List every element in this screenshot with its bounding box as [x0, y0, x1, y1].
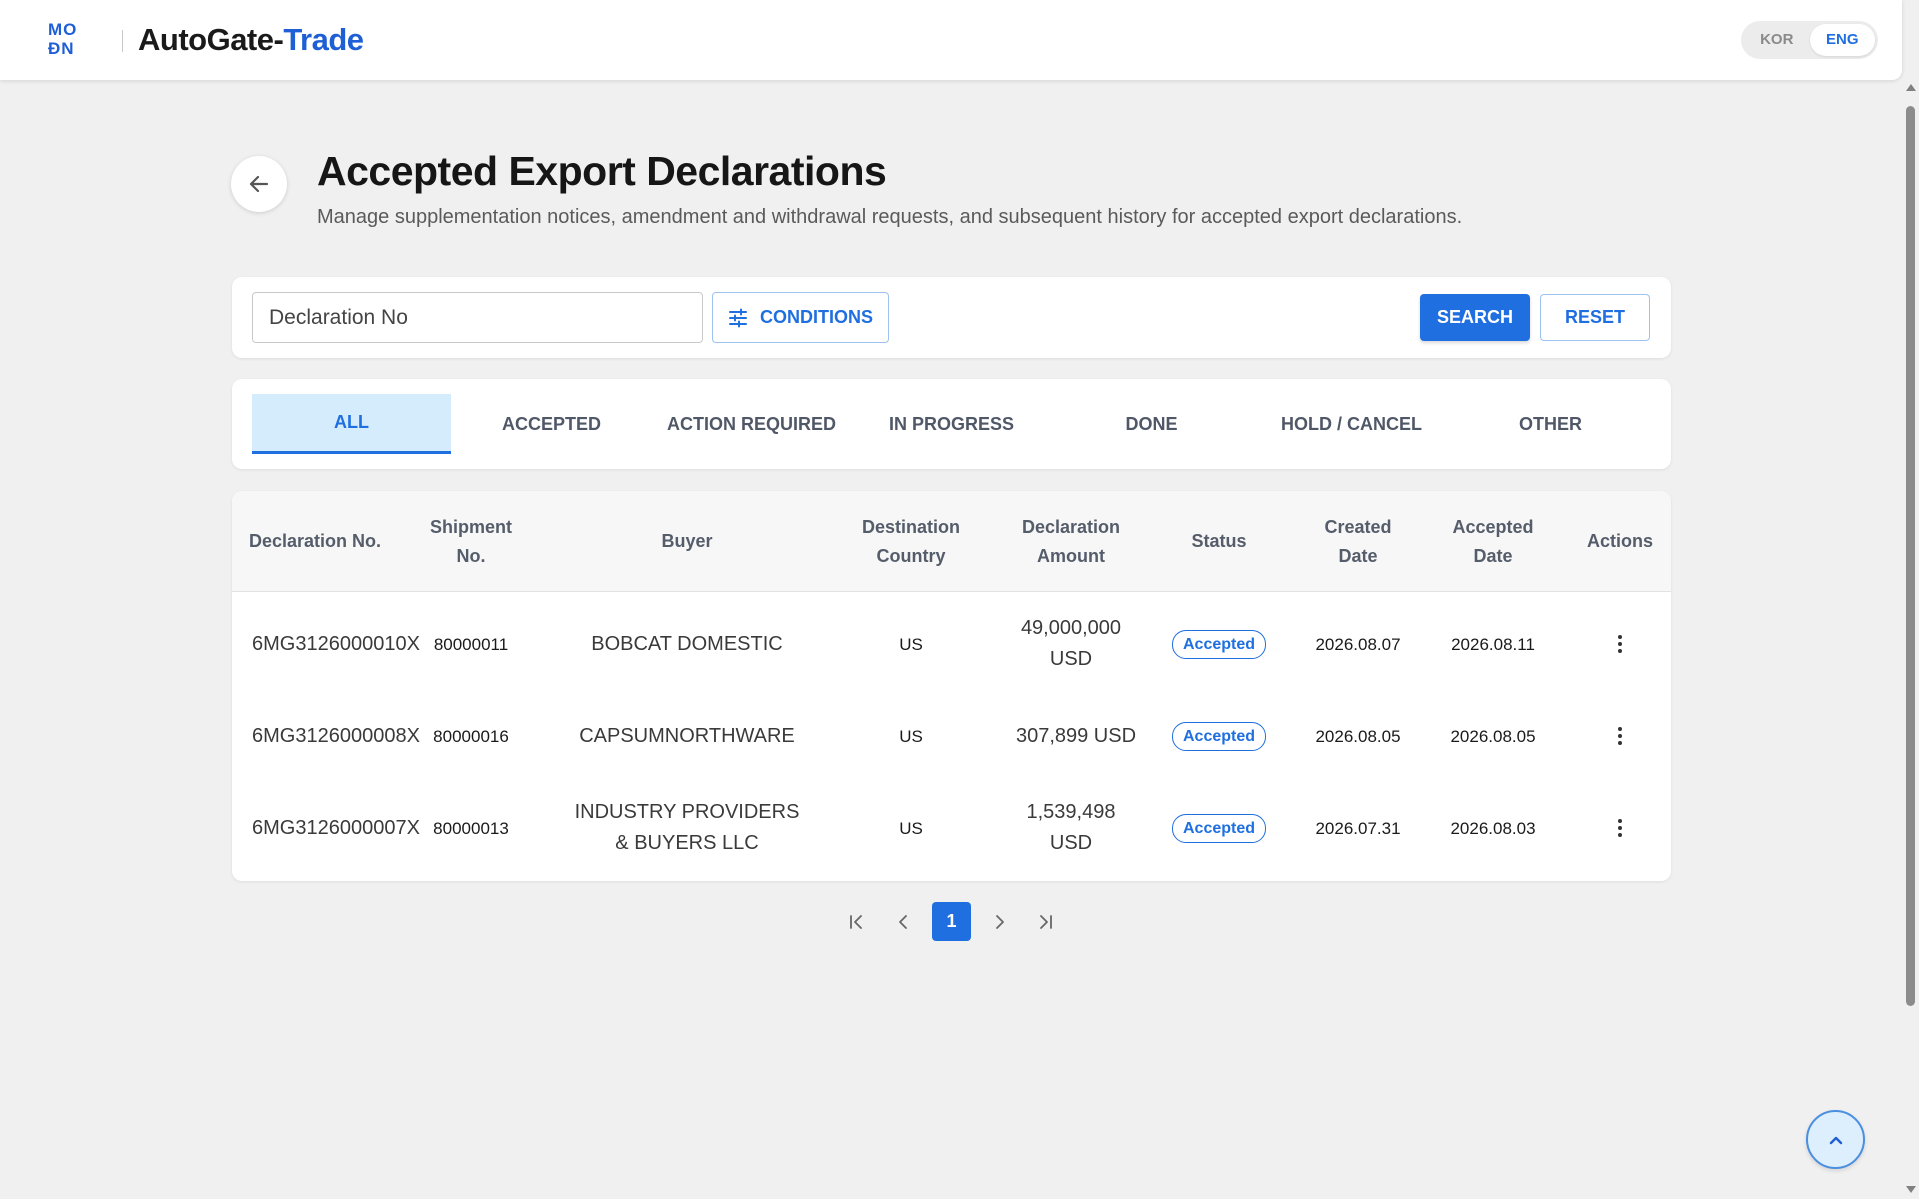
- back-button[interactable]: [231, 156, 287, 212]
- cell-buyer: CAPSUMNORTHWARE: [579, 724, 795, 747]
- app-title-accent: Trade: [283, 22, 364, 57]
- last-page-button[interactable]: [1026, 902, 1065, 941]
- app-title[interactable]: AutoGate-Trade: [138, 22, 364, 58]
- status-tabs: ALL ACCEPTED ACTION REQUIRED IN PROGRESS…: [232, 379, 1671, 469]
- cell-created-date: 2026.08.05: [1315, 726, 1401, 746]
- more-vert-icon[interactable]: [1605, 721, 1635, 751]
- col-created-date[interactable]: Created Date: [1308, 491, 1408, 592]
- lang-kor-button[interactable]: KOR: [1744, 24, 1810, 56]
- declaration-no-search-input[interactable]: [252, 292, 703, 343]
- table-header: Declaration No. Shipment No. Buyer Desti…: [232, 491, 1671, 592]
- cell-country: US: [899, 634, 923, 654]
- cell-status: Accepted: [1170, 690, 1268, 782]
- tab-hold-cancel[interactable]: HOLD / CANCEL: [1252, 394, 1451, 454]
- search-panel: CONDITIONS SEARCH RESET: [232, 277, 1671, 358]
- lang-eng-button[interactable]: ENG: [1809, 24, 1875, 56]
- cell-amount: 307,899 USD: [1015, 724, 1137, 747]
- cell-actions: [1577, 782, 1663, 874]
- tab-other[interactable]: OTHER: [1451, 394, 1650, 454]
- top-bar: MO ÐN AutoGate-Trade KOR ENG: [0, 0, 1902, 80]
- cell-declaration-no[interactable]: 6MG3126000007X: [252, 782, 422, 874]
- arrow-left-icon: [249, 175, 269, 193]
- tab-all[interactable]: ALL: [252, 394, 451, 454]
- first-page-icon: [849, 914, 862, 929]
- table-row[interactable]: 6MG3126000010X 80000011 BOBCAT DOMESTIC …: [232, 598, 1671, 690]
- cell-country: US: [899, 726, 923, 746]
- logo-line-1: MO: [48, 20, 78, 39]
- conditions-label: CONDITIONS: [759, 307, 873, 327]
- last-page-icon: [1039, 914, 1052, 929]
- cell-amount: 49,000,000 USD: [1020, 617, 1122, 670]
- page-subtitle: Manage supplementation notices, amendmen…: [317, 206, 1463, 228]
- page-title: Accepted Export Declarations: [317, 148, 887, 194]
- cell-country: US: [899, 818, 923, 838]
- status-badge: Accepted: [1171, 629, 1267, 659]
- col-status[interactable]: Status: [1170, 491, 1268, 592]
- chevron-up-icon: [1829, 1136, 1842, 1144]
- conditions-button[interactable]: CONDITIONS: [712, 292, 889, 343]
- logo-line-2: ÐN: [48, 39, 75, 58]
- chevron-left-icon: [898, 914, 907, 929]
- status-badge: Accepted: [1171, 721, 1267, 751]
- language-toggle: KOR ENG: [1741, 21, 1878, 59]
- app-title-main: AutoGate-: [138, 22, 284, 57]
- tab-accepted[interactable]: ACCEPTED: [452, 394, 651, 454]
- cell-shipment-no: 80000016: [433, 726, 509, 746]
- cell-created-date: 2026.08.07: [1315, 634, 1401, 654]
- cell-buyer: INDUSTRY PROVIDERS & BUYERS LLC: [574, 801, 800, 854]
- scroll-down-arrow[interactable]: [1906, 1186, 1916, 1193]
- table-row[interactable]: 6MG3126000008X 80000016 CAPSUMNORTHWARE …: [232, 690, 1671, 782]
- table-row[interactable]: 6MG3126000007X 80000013 INDUSTRY PROVIDE…: [232, 782, 1671, 874]
- page-button-current[interactable]: 1: [932, 902, 971, 941]
- previous-page-button[interactable]: [884, 902, 923, 941]
- status-badge: Accepted: [1171, 813, 1267, 843]
- more-vert-icon[interactable]: [1605, 629, 1635, 659]
- chevron-right-icon: [995, 914, 1004, 929]
- scroll-thumb[interactable]: [1906, 106, 1915, 1006]
- cell-created-date: 2026.07.31: [1315, 818, 1401, 838]
- sliders-icon: [728, 308, 747, 327]
- col-actions: Actions: [1586, 531, 1653, 551]
- cell-status: Accepted: [1170, 598, 1268, 690]
- cell-accepted-date: 2026.08.03: [1450, 818, 1536, 838]
- cell-accepted-date: 2026.08.05: [1450, 726, 1536, 746]
- cell-declaration-no[interactable]: 6MG3126000010X: [252, 598, 422, 690]
- next-page-button[interactable]: [979, 902, 1018, 941]
- cell-actions: [1577, 598, 1663, 690]
- cell-buyer: BOBCAT DOMESTIC: [591, 632, 783, 655]
- scroll-up-arrow[interactable]: [1906, 84, 1916, 91]
- cell-amount: 1,539,498 USD: [1026, 801, 1116, 854]
- reset-button[interactable]: RESET: [1540, 294, 1650, 341]
- company-logo[interactable]: MO ÐN: [48, 21, 86, 59]
- col-accepted-date[interactable]: Accepted Date: [1443, 491, 1543, 592]
- first-page-button[interactable]: [836, 902, 875, 941]
- cell-shipment-no: 80000013: [433, 818, 509, 838]
- col-destination-country[interactable]: Destination Country: [856, 491, 966, 592]
- page-scrollbar[interactable]: [1902, 80, 1919, 1199]
- declarations-table: Declaration No. Shipment No. Buyer Desti…: [232, 491, 1671, 881]
- col-shipment-no[interactable]: Shipment No.: [428, 491, 514, 592]
- cell-shipment-no: 80000011: [433, 634, 509, 654]
- tab-action-required[interactable]: ACTION REQUIRED: [652, 394, 851, 454]
- logo-divider: [122, 30, 123, 52]
- cell-actions: [1577, 690, 1663, 782]
- tab-in-progress[interactable]: IN PROGRESS: [852, 394, 1051, 454]
- col-buyer[interactable]: Buyer: [580, 491, 794, 592]
- cell-declaration-no[interactable]: 6MG3126000008X: [252, 690, 422, 782]
- col-declaration-amount[interactable]: Declaration Amount: [1016, 491, 1126, 592]
- tab-done[interactable]: DONE: [1052, 394, 1251, 454]
- more-vert-icon[interactable]: [1605, 813, 1635, 843]
- cell-status: Accepted: [1170, 782, 1268, 874]
- scroll-to-top-button[interactable]: [1806, 1110, 1865, 1169]
- search-button[interactable]: SEARCH: [1420, 294, 1530, 341]
- cell-accepted-date: 2026.08.11: [1451, 634, 1535, 654]
- col-declaration-no[interactable]: Declaration No.: [242, 491, 388, 592]
